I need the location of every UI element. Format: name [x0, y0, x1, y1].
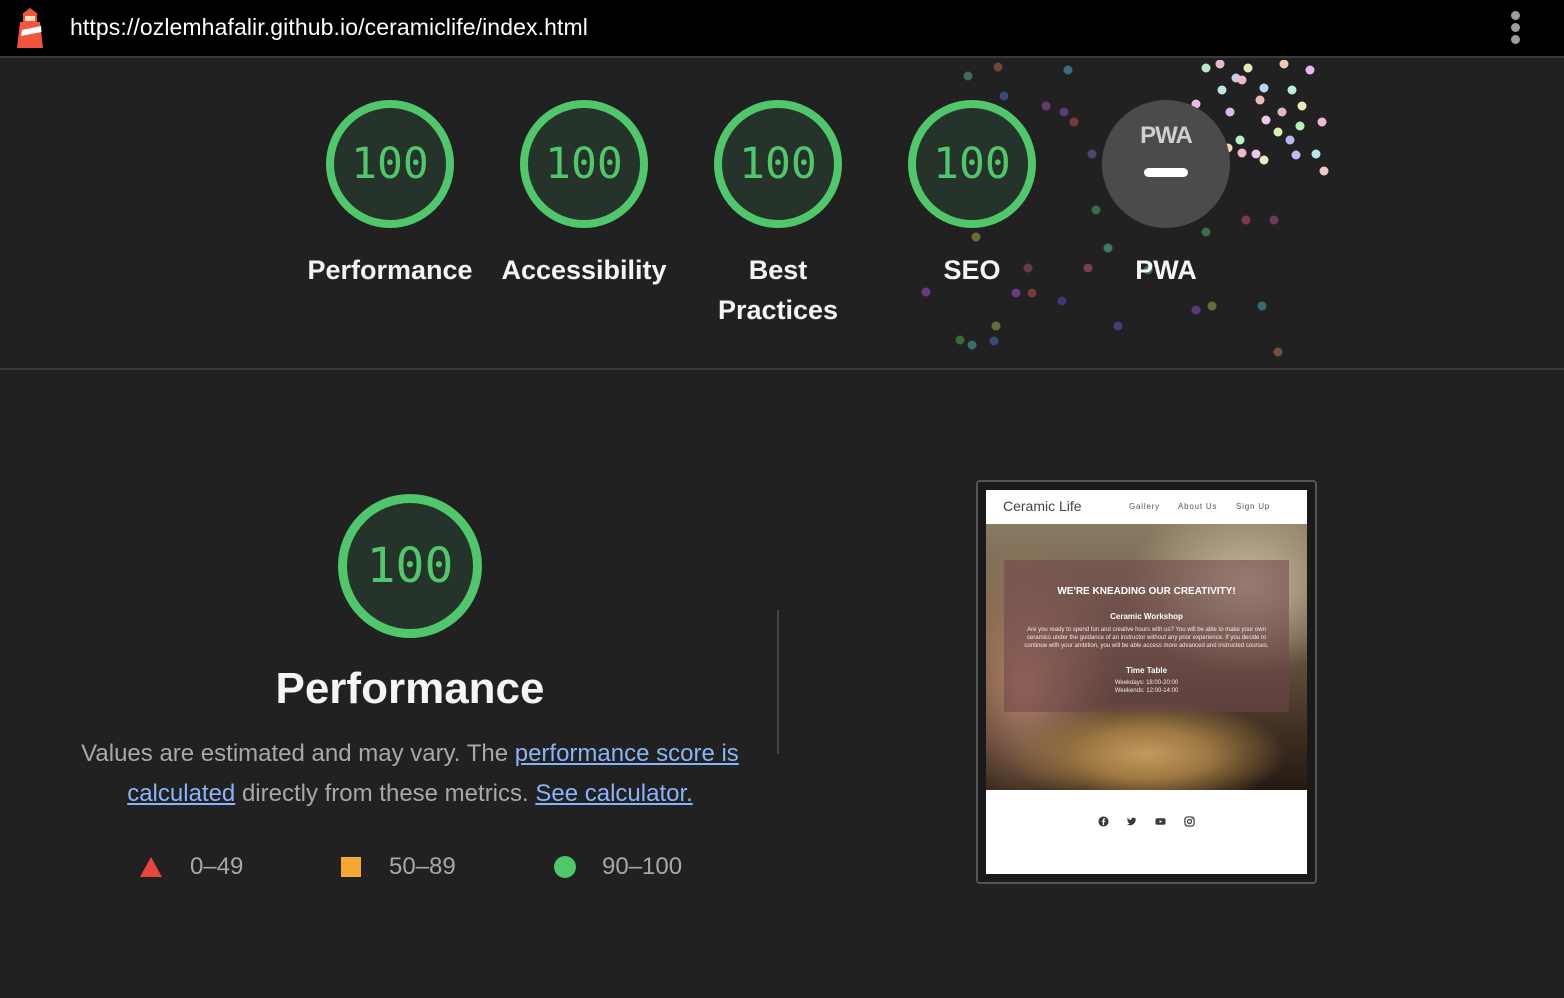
youtube-icon: [1155, 818, 1166, 825]
gauge-performance[interactable]: 100 Performance: [300, 100, 480, 290]
timetable-weekends: Weekends: 12:00-14:00: [1114, 688, 1179, 694]
gauge-best-practices[interactable]: 100 Best Practices: [688, 100, 868, 330]
dash-icon: [1144, 168, 1188, 177]
instagram-icon: [1184, 816, 1195, 827]
hero-overlay: WE'RE KNEADING OUR CREATIVITY! Ceramic W…: [1004, 560, 1289, 712]
gauge-label: Accessibility: [501, 255, 667, 285]
gauge-seo[interactable]: 100 SEO: [882, 100, 1062, 290]
site-navbar: Ceramic Life Gallery About Us Sign Up: [986, 490, 1307, 524]
description-text: Values are estimated and may vary. The: [81, 740, 515, 767]
facebook-icon: [1098, 816, 1109, 827]
hero-image: WE'RE KNEADING OUR CREATIVITY! Ceramic W…: [986, 524, 1307, 790]
legend-range: 0–49: [190, 853, 244, 880]
category-gauges: 100 Performance 100 Accessibility 100 Be…: [0, 60, 1564, 370]
category-title: Performance: [275, 664, 545, 713]
page-screenshot: Ceramic Life Gallery About Us Sign Up WE…: [986, 490, 1307, 874]
triangle-icon: [140, 857, 162, 877]
vertical-divider: [777, 610, 779, 754]
score-value: 100: [933, 139, 1011, 189]
score-ring: 100: [326, 100, 454, 228]
gauge-label: SEO: [943, 255, 1001, 285]
performance-gauge-large: 100: [338, 494, 482, 638]
gauge-label: PWA: [1135, 255, 1197, 285]
score-value: 100: [366, 538, 454, 594]
timetable-weekdays: Weekdays: 18:00-20:00: [1114, 680, 1179, 686]
gauge-accessibility[interactable]: 100 Accessibility: [494, 100, 674, 290]
site-nav-signup: Sign Up: [1236, 502, 1271, 511]
audited-url: https://ozlemhafalir.github.io/ceramicli…: [70, 14, 588, 40]
hero-heading: WE'RE KNEADING OUR CREATIVITY!: [1057, 586, 1236, 597]
site-nav-gallery: Gallery: [1129, 502, 1160, 511]
site-footer: [986, 790, 1307, 874]
more-vertical-icon[interactable]: [1504, 8, 1528, 48]
pwa-badge: PWA: [1102, 100, 1230, 228]
score-value: 100: [545, 139, 623, 189]
gauge-label: Best Practices: [717, 255, 839, 325]
hero-body: Are you ready to spend fun and creative …: [1024, 627, 1269, 649]
legend-range: 90–100: [602, 853, 683, 880]
site-nav-about: About Us: [1178, 502, 1218, 511]
score-ring: 100: [908, 100, 1036, 228]
score-value: 100: [351, 139, 429, 189]
hero-subheading: Ceramic Workshop: [1110, 612, 1183, 621]
page-screenshot-frame[interactable]: Ceramic Life Gallery About Us Sign Up WE…: [976, 480, 1317, 884]
legend-range: 50–89: [389, 853, 456, 880]
score-ring: 100: [520, 100, 648, 228]
twitter-icon: [1127, 817, 1137, 826]
performance-description: Values are estimated and may vary. The p…: [80, 734, 740, 814]
section-divider: [0, 368, 1564, 370]
gauge-label: Performance: [307, 255, 473, 285]
see-calculator-link[interactable]: See calculator.: [535, 780, 692, 807]
score-ring: 100: [714, 100, 842, 228]
top-bar: https://ozlemhafalir.github.io/ceramicli…: [0, 0, 1564, 58]
site-brand: Ceramic Life: [1003, 498, 1082, 514]
lighthouse-icon: [17, 8, 43, 48]
timetable-title: Time Table: [1125, 666, 1168, 675]
circle-icon: [554, 856, 576, 878]
pwa-icon: PWA: [1140, 122, 1193, 149]
score-value: 100: [739, 139, 817, 189]
square-icon: [341, 857, 361, 877]
description-text: directly from these metrics.: [235, 780, 536, 807]
gauge-pwa[interactable]: PWA PWA: [1076, 100, 1256, 290]
